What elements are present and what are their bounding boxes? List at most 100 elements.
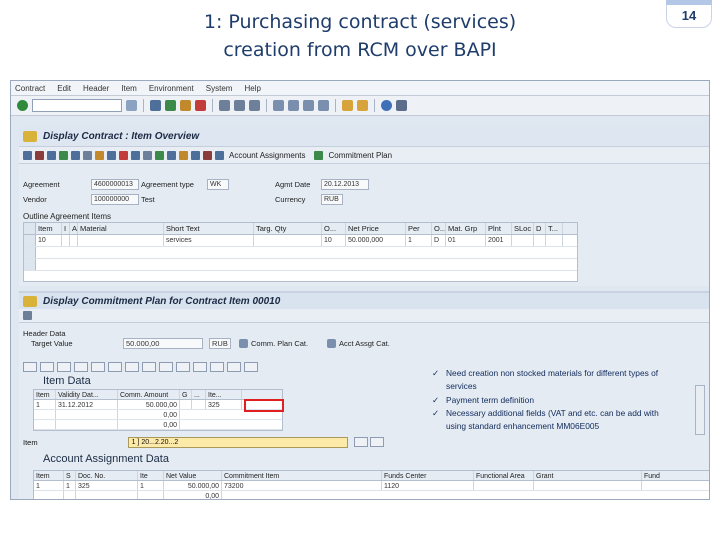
menu-help[interactable]: Help	[244, 84, 260, 93]
table-row[interactable]: 1 1 325 1 50.000,00 73200 1120	[34, 481, 709, 491]
cell[interactable]	[64, 491, 76, 499]
cell-doc-no[interactable]: 325	[76, 481, 138, 490]
sum-icon[interactable]	[191, 150, 200, 160]
cell[interactable]	[138, 491, 164, 499]
release-icon[interactable]	[131, 150, 140, 160]
column-header[interactable]: Mat. Grp	[446, 223, 486, 234]
account-assignments-button[interactable]: Account Assignments	[229, 151, 305, 160]
cell-material[interactable]	[78, 235, 164, 246]
commitment-plan-button[interactable]: Commitment Plan	[328, 151, 392, 160]
item-details-icon[interactable]	[35, 150, 44, 160]
new-session-icon[interactable]	[342, 100, 353, 111]
column-header[interactable]: SLoc	[512, 223, 534, 234]
cell[interactable]: 1	[138, 481, 164, 490]
menu-item[interactable]: Item	[121, 84, 137, 93]
currency-field[interactable]: RUB	[321, 194, 343, 205]
cell[interactable]: D	[432, 235, 446, 246]
column-header[interactable]: O...	[322, 223, 346, 234]
info-icon[interactable]	[244, 362, 258, 372]
cell[interactable]	[642, 481, 709, 490]
sum-icon[interactable]	[142, 362, 156, 372]
cell-item[interactable]: 1	[34, 481, 64, 490]
cell-net-value[interactable]: 50.000,00	[164, 481, 222, 490]
column-header[interactable]: Commitment Item	[222, 471, 382, 480]
cell-target-qty[interactable]	[254, 235, 322, 246]
next-page-icon[interactable]	[303, 100, 314, 111]
cell-short-text[interactable]: services	[164, 235, 254, 246]
table-row[interactable]: 10 services 10 50.000,000 1 D 01 2001	[24, 235, 577, 247]
cell-commitment-item[interactable]: 73200	[222, 481, 382, 490]
filter-icon[interactable]	[167, 150, 176, 160]
cell[interactable]: 10	[322, 235, 346, 246]
column-header[interactable]: Short Text	[164, 223, 254, 234]
vertical-scrollbar[interactable]	[695, 385, 705, 435]
display-change-icon[interactable]	[23, 295, 37, 307]
help-icon[interactable]	[381, 100, 392, 111]
find-icon[interactable]	[234, 100, 245, 111]
previous-item-icon[interactable]	[353, 437, 368, 447]
cell-per[interactable]: 1	[406, 235, 432, 246]
column-header[interactable]: Net Value	[164, 471, 222, 480]
cell[interactable]	[62, 235, 70, 246]
graphic-icon[interactable]	[227, 362, 241, 372]
cell-comm-amount[interactable]: 0,00	[118, 410, 180, 419]
column-header[interactable]: Functional Area	[474, 471, 534, 480]
checkbox-icon[interactable]	[239, 339, 248, 348]
column-header[interactable]: S	[64, 471, 76, 480]
cell-item[interactable]: 10	[36, 235, 62, 246]
delete-icon[interactable]	[119, 150, 128, 160]
copy-icon[interactable]	[155, 150, 164, 160]
commitment-plan-icon[interactable]	[314, 150, 324, 160]
row-selector[interactable]	[24, 235, 36, 246]
command-field[interactable]	[32, 99, 122, 112]
texts-icon[interactable]	[59, 150, 68, 160]
cell[interactable]	[56, 420, 118, 429]
next-item-icon[interactable]	[369, 437, 384, 447]
cell[interactable]	[180, 400, 192, 409]
column-header[interactable]: Item	[34, 390, 56, 399]
sort-asc-icon[interactable]	[91, 362, 105, 372]
column-header[interactable]: Material	[78, 223, 164, 234]
shortcut-icon[interactable]	[357, 100, 368, 111]
column-header[interactable]: Item	[36, 223, 62, 234]
exit-icon[interactable]	[180, 100, 191, 111]
row-selector[interactable]	[24, 247, 36, 258]
cell-comm-amount[interactable]: 0,00	[118, 420, 180, 429]
column-header[interactable]: Comm. Amount	[118, 390, 180, 399]
cell[interactable]	[534, 235, 546, 246]
export-icon[interactable]	[193, 362, 207, 372]
table-row[interactable]: 0,00	[34, 420, 282, 430]
column-header[interactable]: Plnt	[486, 223, 512, 234]
target-value-field[interactable]: 50.000,00	[123, 338, 203, 349]
checkbox-icon[interactable]	[327, 339, 336, 348]
layout-icon[interactable]	[396, 100, 407, 111]
refresh-icon[interactable]	[23, 311, 32, 320]
cell-net-price[interactable]: 50.000,000	[346, 235, 406, 246]
cell[interactable]	[34, 410, 56, 419]
agreement-type-field[interactable]: WK	[207, 179, 229, 190]
cell-validity-date[interactable]: 31.12.2012	[56, 400, 118, 409]
column-header[interactable]: Validity Dat...	[56, 390, 118, 399]
column-header[interactable]: Item	[34, 471, 64, 480]
column-header[interactable]: ...	[192, 390, 206, 399]
subtotal-icon[interactable]	[159, 362, 173, 372]
cell-item[interactable]: 1	[34, 400, 56, 409]
cell-plant[interactable]: 2001	[486, 235, 512, 246]
save-icon[interactable]	[150, 100, 161, 111]
cancel-icon[interactable]	[195, 100, 206, 111]
menu-edit[interactable]: Edit	[57, 84, 71, 93]
row-selector[interactable]	[24, 259, 36, 270]
column-header[interactable]: Grant	[534, 471, 642, 480]
column-header[interactable]: Net Price	[346, 223, 406, 234]
column-header[interactable]: Per	[406, 223, 432, 234]
column-header[interactable]: D	[534, 223, 546, 234]
column-header[interactable]: A	[70, 223, 78, 234]
select-all-icon[interactable]	[71, 150, 80, 160]
enter-icon[interactable]	[17, 100, 28, 111]
column-header[interactable]: Targ. Qty	[254, 223, 322, 234]
find-next-icon[interactable]	[249, 100, 260, 111]
column-header[interactable]: I	[62, 223, 70, 234]
export-icon[interactable]	[203, 150, 212, 160]
item-selection-field[interactable]: 1 ] 20...2.20...2	[127, 436, 348, 448]
details-icon[interactable]	[23, 362, 37, 372]
